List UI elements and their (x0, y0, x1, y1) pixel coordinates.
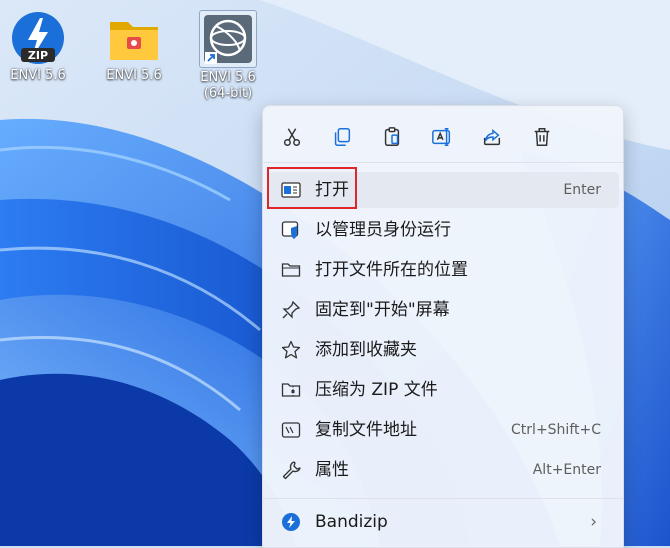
cut-button[interactable] (277, 122, 307, 152)
wrench-icon (281, 460, 301, 480)
menu-item-shortcut: Alt+Enter (532, 462, 601, 478)
bandizip-icon (281, 512, 301, 532)
zip-folder-icon (281, 380, 301, 400)
rename-icon (432, 128, 451, 146)
menu-item-shortcut: Ctrl+Shift+C (511, 422, 601, 438)
svg-text:ZIP: ZIP (28, 49, 48, 62)
menu-separator (263, 498, 623, 499)
pin-icon (281, 300, 301, 320)
desktop-icon-envi-64bit[interactable]: ENVI 5.6 (64-bit) (192, 10, 264, 102)
share-icon (483, 129, 501, 146)
desktop-icon-label: ENVI 5.6 (10, 68, 66, 83)
menu-item-label: Bandizip (315, 512, 388, 532)
desktop-icon-envi-folder[interactable]: ENVI 5.6 (98, 10, 170, 84)
envi-shortcut-icon (199, 10, 257, 68)
menu-item-label: 添加到收藏夹 (315, 340, 417, 360)
star-icon (281, 340, 301, 360)
delete-icon (534, 128, 550, 146)
menu-separator (263, 162, 623, 163)
delete-button[interactable] (527, 122, 557, 152)
paste-icon (384, 127, 400, 146)
share-button[interactable] (477, 122, 507, 152)
menu-item-label: 以管理员身份运行 (315, 220, 451, 240)
menu-item-label: 压缩为 ZIP 文件 (315, 380, 438, 400)
copy-path-icon (281, 420, 301, 440)
menu-item-shortcut: Enter (563, 182, 601, 198)
cut-icon (283, 128, 301, 146)
menu-item-label: 属性 (315, 460, 349, 480)
menu-item-properties[interactable]: 属性 Alt+Enter (267, 452, 619, 488)
menu-item-compress-zip[interactable]: 压缩为 ZIP 文件 (267, 372, 619, 408)
menu-item-copy-file-path[interactable]: 复制文件地址 Ctrl+Shift+C (267, 412, 619, 448)
desktop-icon-label: ENVI 5.6 (64-bit) (200, 70, 256, 101)
highlight-annotation (267, 167, 357, 209)
paste-button[interactable] (377, 122, 407, 152)
context-menu-toolbar (263, 118, 623, 154)
menu-item-run-as-admin[interactable]: 以管理员身份运行 (267, 212, 619, 248)
copy-icon (334, 128, 351, 146)
copy-button[interactable] (327, 122, 357, 152)
menu-item-bandizip[interactable]: Bandizip › (267, 504, 619, 540)
menu-item-label: 复制文件地址 (315, 420, 417, 440)
menu-item-add-to-favorites[interactable]: 添加到收藏夹 (267, 332, 619, 368)
folder-icon (281, 260, 301, 280)
menu-item-label: 固定到"开始"屏幕 (315, 300, 450, 320)
shield-icon (281, 220, 301, 240)
desktop-icon-envi-zip[interactable]: ZIP ENVI 5.6 (2, 10, 74, 84)
menu-item-pin-to-start[interactable]: 固定到"开始"屏幕 (267, 292, 619, 328)
menu-item-open-file-location[interactable]: 打开文件所在的位置 (267, 252, 619, 288)
rename-button[interactable] (427, 122, 457, 152)
menu-item-label: 打开文件所在的位置 (315, 260, 468, 280)
folder-app-icon (106, 10, 162, 66)
desktop-icon-label: ENVI 5.6 (106, 68, 162, 83)
zip-app-icon: ZIP (10, 10, 66, 66)
chevron-right-icon: › (590, 512, 597, 532)
